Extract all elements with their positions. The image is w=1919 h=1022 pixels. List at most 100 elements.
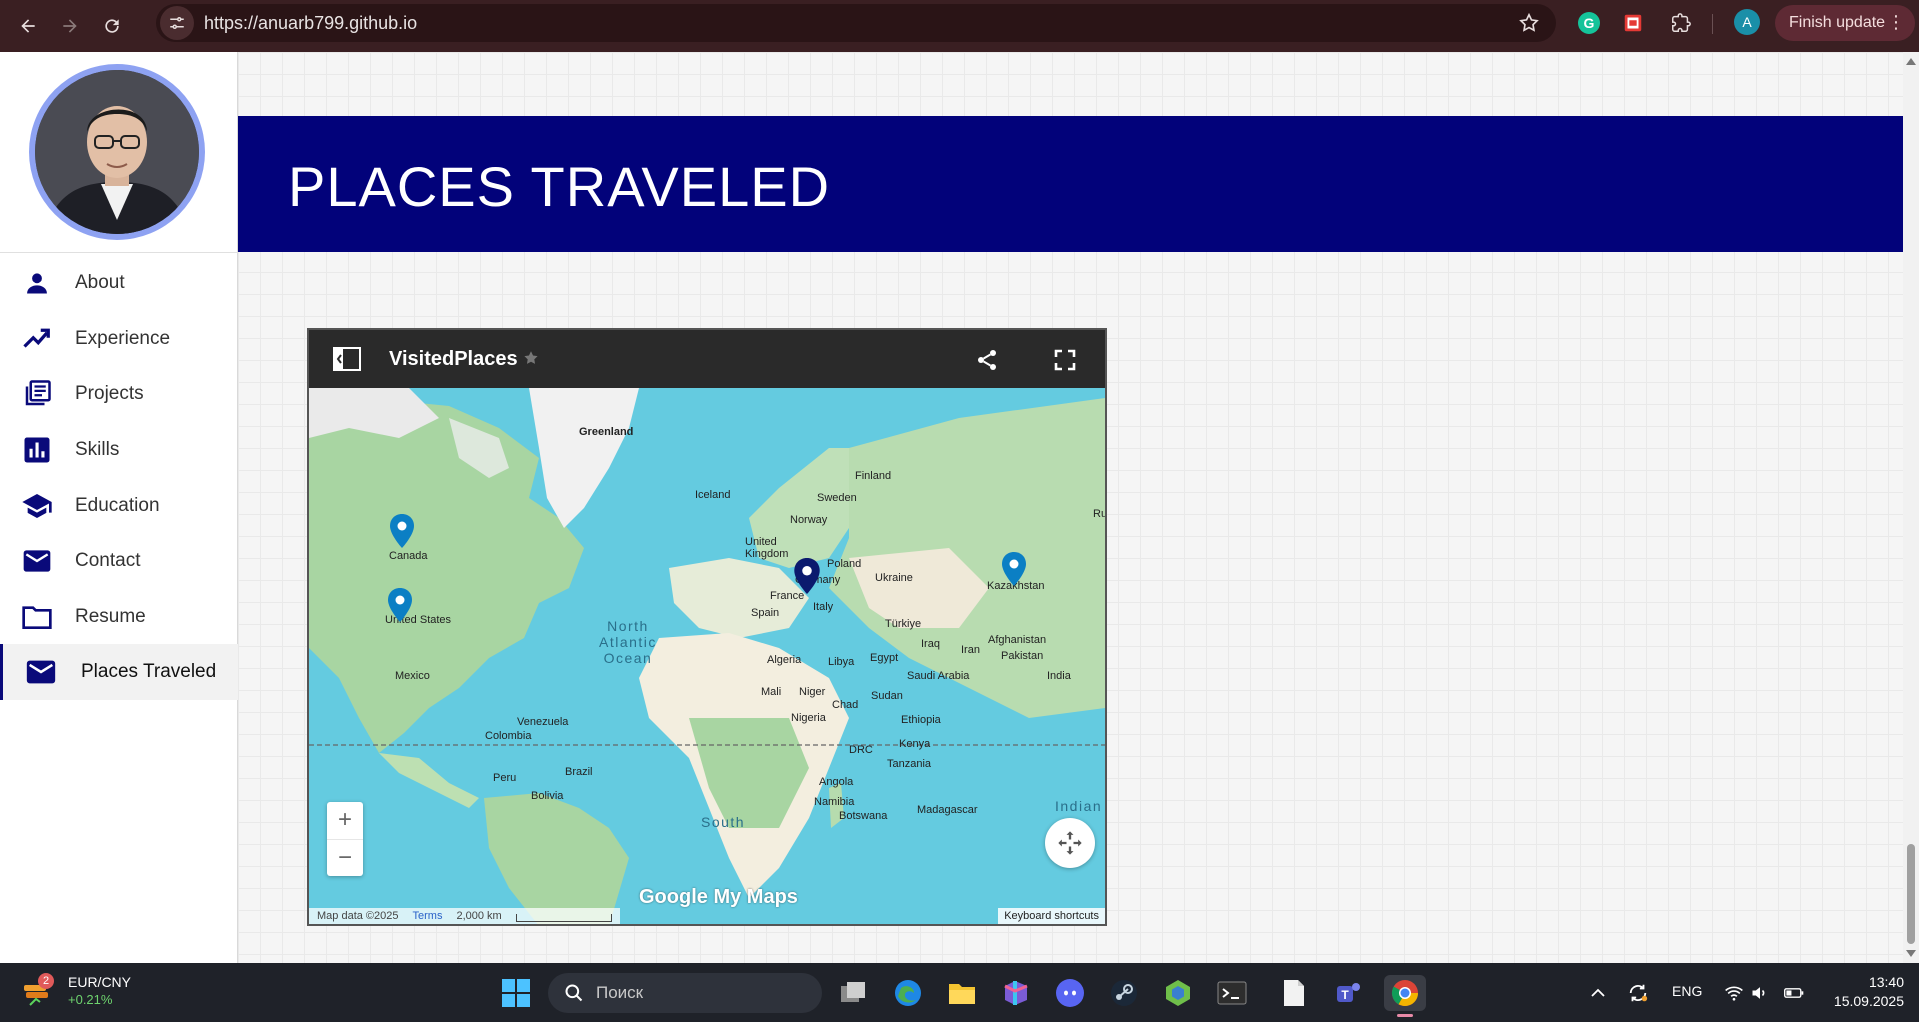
document-icon[interactable] [1276, 975, 1312, 1011]
sidebar-item-label: Skills [75, 439, 120, 460]
teams-icon[interactable]: T [1330, 975, 1366, 1011]
pdf-extension-icon[interactable] [1620, 10, 1646, 36]
page-scrollbar[interactable] [1903, 52, 1919, 963]
app-cube-icon[interactable] [1160, 975, 1196, 1011]
volume-icon[interactable] [1742, 975, 1778, 1011]
folder-icon [20, 600, 54, 634]
map-label: DRC [849, 744, 873, 756]
site-info-button[interactable] [160, 6, 194, 40]
sidebar-item-education[interactable]: Education [0, 481, 238, 531]
mail-icon [20, 544, 54, 578]
windows-logo-icon [502, 979, 530, 1007]
forward-button[interactable] [56, 12, 84, 40]
map-label: Colombia [485, 730, 532, 742]
toolbar-divider [1712, 14, 1713, 34]
task-view-icon[interactable] [836, 975, 872, 1011]
map-pin-united-states[interactable] [387, 588, 413, 627]
zoom-out-button[interactable]: − [327, 839, 363, 876]
terms-link[interactable]: Terms [413, 910, 443, 924]
fullscreen-icon[interactable] [1053, 348, 1077, 377]
notification-badge: 2 [38, 973, 54, 989]
map-label: Greenland [579, 426, 634, 438]
sync-icon[interactable] [1620, 975, 1656, 1011]
scale-label: 2,000 km [456, 910, 502, 922]
finish-update-button[interactable]: Finish update ⋮ [1775, 5, 1915, 41]
scroll-down-icon[interactable] [1905, 947, 1917, 959]
map-label: Sweden [817, 492, 857, 504]
trending-up-icon [20, 322, 54, 356]
map-label: Sudan [871, 690, 903, 702]
input-language[interactable]: ENG [1672, 983, 1702, 999]
steam-icon[interactable] [1106, 975, 1142, 1011]
search-placeholder: Поиск [596, 983, 644, 1002]
start-button[interactable] [498, 975, 534, 1011]
sidebar-item-skills[interactable]: Skills [0, 425, 238, 475]
chrome-taskbar-icon[interactable] [1384, 975, 1426, 1017]
taskbar-search[interactable]: Поиск [548, 973, 822, 1013]
extensions-puzzle-icon[interactable] [1668, 10, 1694, 36]
discord-icon[interactable] [1052, 975, 1088, 1011]
edge-browser-icon[interactable] [890, 975, 926, 1011]
ocean-label: North Atlantic Ocean [599, 618, 657, 666]
sidebar-item-experience[interactable]: Experience [0, 314, 238, 364]
terminal-icon[interactable] [1214, 975, 1250, 1011]
sidebar-item-resume[interactable]: Resume [0, 592, 238, 642]
profile-avatar[interactable]: A [1734, 9, 1760, 35]
ocean-label: Indian [1055, 798, 1103, 814]
map-pin-kazakhstan[interactable] [1001, 552, 1027, 591]
share-icon[interactable] [975, 348, 999, 377]
battery-icon[interactable] [1776, 975, 1812, 1011]
map-pin-germany[interactable] [793, 558, 821, 599]
map-label: Türkiye [885, 618, 922, 630]
currency-change: +0.21% [68, 992, 113, 1007]
keyboard-shortcuts-link[interactable]: Keyboard shortcuts [998, 908, 1105, 924]
show-hidden-icons-chevron-up-icon[interactable] [1580, 975, 1616, 1011]
file-explorer-icon[interactable] [944, 975, 980, 1011]
legend-toggle-icon[interactable] [333, 347, 361, 376]
back-button[interactable] [14, 12, 42, 40]
sidebar-item-about[interactable]: About [0, 258, 238, 308]
recenter-button[interactable] [1045, 818, 1095, 868]
weather-market-widget[interactable]: 2 EUR/CNY +0.21% [22, 973, 131, 1009]
page: PLACES TRAVELED About Experience Project… [0, 52, 1919, 963]
url-text: https://anuarb799.github.io [204, 12, 418, 33]
map-label: Venezuela [517, 716, 569, 728]
system-clock[interactable]: 13:40 15.09.2025 [1820, 973, 1904, 1011]
person-photo-icon [35, 70, 199, 234]
map-label: Ukraine [875, 572, 913, 584]
microsoft-365-icon[interactable] [998, 975, 1034, 1011]
sidebar-item-projects[interactable]: Projects [0, 369, 238, 419]
scroll-up-icon[interactable] [1905, 56, 1917, 68]
star-icon[interactable] [522, 349, 540, 372]
map-label: Poland [827, 558, 862, 570]
map-label: India [1047, 670, 1071, 682]
grammarly-extension-icon[interactable]: G [1576, 10, 1602, 36]
map-canvas[interactable]: Greenland Iceland Finland Sweden Norway … [309, 388, 1105, 924]
my-maps-embed[interactable]: VisitedPlaces Greenland Iceland Finland … [307, 328, 1107, 926]
map-label: United Kingdom [745, 536, 789, 560]
bookmark-star-icon[interactable] [1518, 12, 1540, 39]
windows-taskbar: 2 EUR/CNY +0.21% Поиск T ENG 13:40 15.09… [0, 963, 1919, 1022]
zoom-in-button[interactable]: + [327, 802, 363, 839]
person-icon [20, 266, 54, 300]
reload-button[interactable] [98, 12, 126, 40]
tune-icon [170, 17, 184, 29]
scroll-thumb[interactable] [1907, 844, 1915, 944]
map-footer: Map data ©2025 Terms 2,000 km Keyboard s… [309, 908, 1105, 924]
map-pin-canada[interactable] [389, 514, 415, 553]
sidebar-item-places-traveled[interactable]: Places Traveled [0, 644, 238, 700]
map-label: Brazil [565, 766, 593, 778]
google-my-maps-logo: Google My Maps [639, 886, 798, 908]
map-label: Spain [751, 607, 780, 619]
address-bar[interactable]: https://anuarb799.github.io [156, 4, 1556, 42]
sidebar-item-label: Contact [75, 550, 141, 571]
map-title: VisitedPlaces [389, 348, 518, 370]
map-label: Bolivia [531, 790, 564, 802]
expand-arrows-icon [1058, 831, 1082, 855]
kebab-menu-icon: ⋮ [1887, 12, 1905, 32]
map-attribution: Map data ©2025 Terms 2,000 km [309, 908, 620, 924]
sidebar-item-contact[interactable]: Contact [0, 536, 238, 586]
map-label: Iran [961, 644, 980, 656]
map-label: Mali [761, 686, 782, 698]
map-label: Nigeria [791, 712, 826, 724]
